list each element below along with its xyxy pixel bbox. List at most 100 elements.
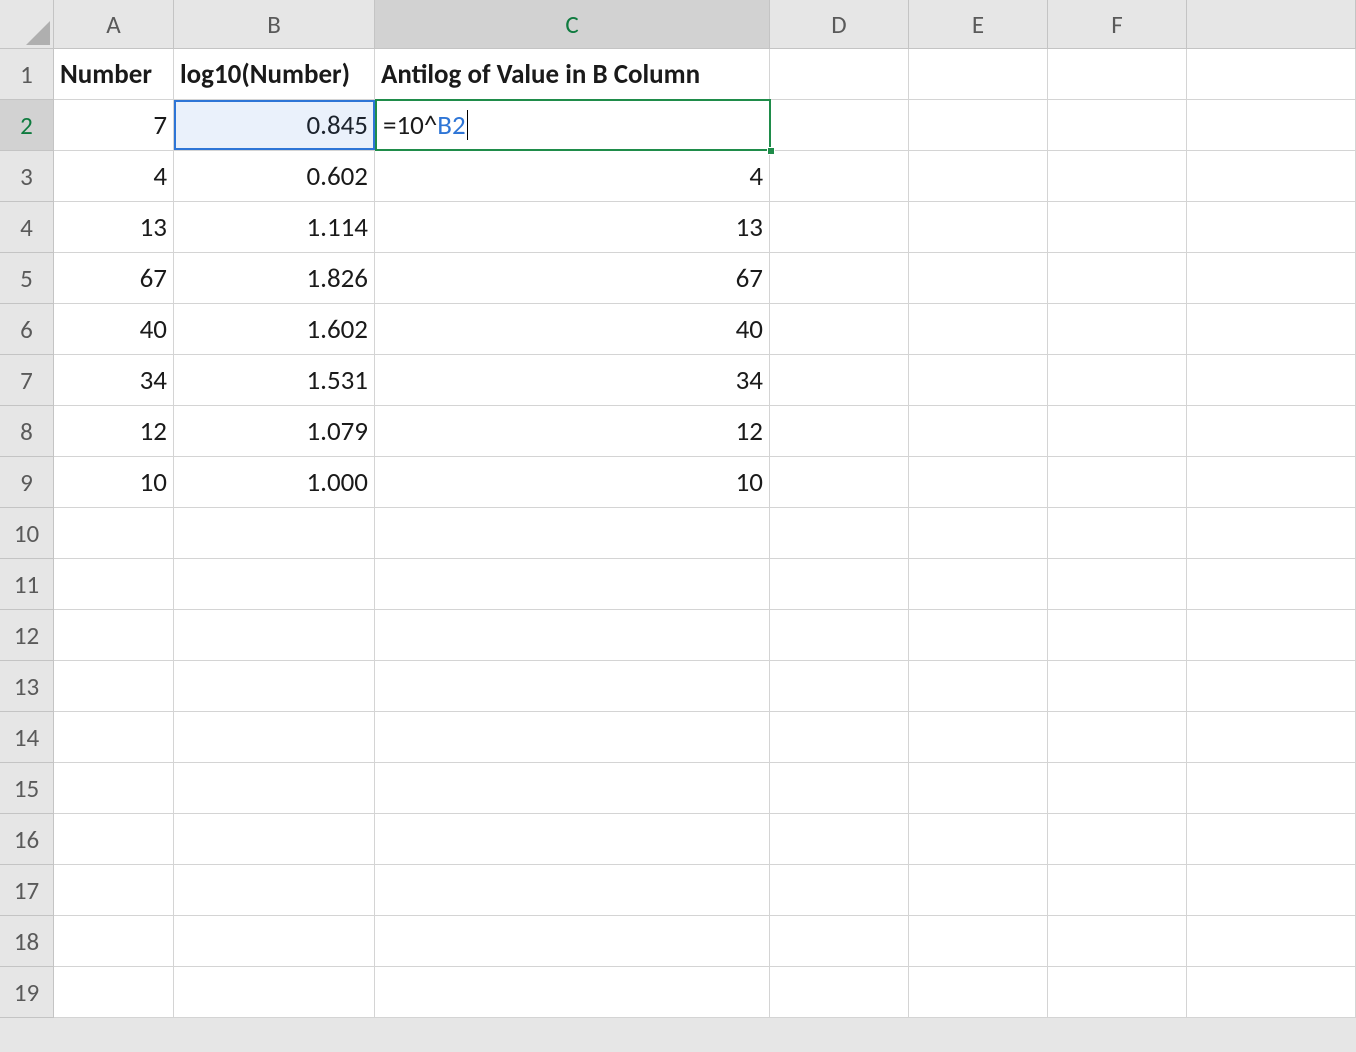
cell-A8[interactable]: 12 (54, 406, 174, 457)
cell-A13[interactable] (54, 661, 174, 712)
cell-E16[interactable] (909, 814, 1048, 865)
cell-G8[interactable] (1187, 406, 1356, 457)
cell-G16[interactable] (1187, 814, 1356, 865)
cell-G19[interactable] (1187, 967, 1356, 1018)
cell-G11[interactable] (1187, 559, 1356, 610)
cell-G6[interactable] (1187, 304, 1356, 355)
row-header-2[interactable]: 2 (0, 100, 54, 151)
row-header-11[interactable]: 11 (0, 559, 54, 610)
cell-F4[interactable] (1048, 202, 1187, 253)
cell-E6[interactable] (909, 304, 1048, 355)
cell-D10[interactable] (770, 508, 909, 559)
cell-F7[interactable] (1048, 355, 1187, 406)
cell-A6[interactable]: 40 (54, 304, 174, 355)
row-header-6[interactable]: 6 (0, 304, 54, 355)
cell-B8[interactable]: 1.079 (174, 406, 375, 457)
row-header-12[interactable]: 12 (0, 610, 54, 661)
cell-F18[interactable] (1048, 916, 1187, 967)
cell-C17[interactable] (375, 865, 770, 916)
cell-E11[interactable] (909, 559, 1048, 610)
cell-C16[interactable] (375, 814, 770, 865)
col-header-C[interactable]: C (375, 0, 770, 49)
cell-E15[interactable] (909, 763, 1048, 814)
cell-A7[interactable]: 34 (54, 355, 174, 406)
cell-C18[interactable] (375, 916, 770, 967)
cell-editor[interactable]: =10^B2 (378, 101, 768, 149)
cell-D2[interactable] (770, 100, 909, 151)
cell-C9[interactable]: 10 (375, 457, 770, 508)
cell-G12[interactable] (1187, 610, 1356, 661)
cell-F11[interactable] (1048, 559, 1187, 610)
cell-G5[interactable] (1187, 253, 1356, 304)
cell-B18[interactable] (174, 916, 375, 967)
cell-E7[interactable] (909, 355, 1048, 406)
cell-E3[interactable] (909, 151, 1048, 202)
cell-B11[interactable] (174, 559, 375, 610)
cell-F5[interactable] (1048, 253, 1187, 304)
cell-F3[interactable] (1048, 151, 1187, 202)
cell-D12[interactable] (770, 610, 909, 661)
cell-B2[interactable]: 0.845 (174, 100, 375, 151)
row-header-5[interactable]: 5 (0, 253, 54, 304)
cell-F1[interactable] (1048, 49, 1187, 100)
cell-B16[interactable] (174, 814, 375, 865)
cell-G15[interactable] (1187, 763, 1356, 814)
cell-G18[interactable] (1187, 916, 1356, 967)
active-cell-fill-handle[interactable] (767, 147, 775, 155)
cell-B1[interactable]: log10(Number) (174, 49, 375, 100)
row-header-19[interactable]: 19 (0, 967, 54, 1018)
cell-E17[interactable] (909, 865, 1048, 916)
row-header-1[interactable]: 1 (0, 49, 54, 100)
cell-E4[interactable] (909, 202, 1048, 253)
cell-C19[interactable] (375, 967, 770, 1018)
cell-F16[interactable] (1048, 814, 1187, 865)
col-header-overflow[interactable] (1187, 0, 1356, 49)
cell-A16[interactable] (54, 814, 174, 865)
cell-B7[interactable]: 1.531 (174, 355, 375, 406)
cell-F8[interactable] (1048, 406, 1187, 457)
cell-F17[interactable] (1048, 865, 1187, 916)
cell-E10[interactable] (909, 508, 1048, 559)
cell-A1[interactable]: Number (54, 49, 174, 100)
cell-G17[interactable] (1187, 865, 1356, 916)
cell-A3[interactable]: 4 (54, 151, 174, 202)
cell-F12[interactable] (1048, 610, 1187, 661)
cell-E2[interactable] (909, 100, 1048, 151)
cell-B13[interactable] (174, 661, 375, 712)
cell-D19[interactable] (770, 967, 909, 1018)
cell-C10[interactable] (375, 508, 770, 559)
cell-A5[interactable]: 67 (54, 253, 174, 304)
cell-G10[interactable] (1187, 508, 1356, 559)
cell-B17[interactable] (174, 865, 375, 916)
cell-C3[interactable]: 4 (375, 151, 770, 202)
cell-G14[interactable] (1187, 712, 1356, 763)
cell-F13[interactable] (1048, 661, 1187, 712)
cell-E14[interactable] (909, 712, 1048, 763)
cell-C5[interactable]: 67 (375, 253, 770, 304)
row-header-3[interactable]: 3 (0, 151, 54, 202)
cell-G4[interactable] (1187, 202, 1356, 253)
row-header-17[interactable]: 17 (0, 865, 54, 916)
col-header-E[interactable]: E (909, 0, 1048, 49)
cell-D18[interactable] (770, 916, 909, 967)
cell-D16[interactable] (770, 814, 909, 865)
cell-D6[interactable] (770, 304, 909, 355)
cell-D15[interactable] (770, 763, 909, 814)
select-all-corner[interactable] (0, 0, 54, 49)
cell-B19[interactable] (174, 967, 375, 1018)
cell-F9[interactable] (1048, 457, 1187, 508)
cell-D17[interactable] (770, 865, 909, 916)
cell-D4[interactable] (770, 202, 909, 253)
cell-C4[interactable]: 13 (375, 202, 770, 253)
cell-F19[interactable] (1048, 967, 1187, 1018)
cell-D9[interactable] (770, 457, 909, 508)
cell-D7[interactable] (770, 355, 909, 406)
cell-D13[interactable] (770, 661, 909, 712)
cell-F2[interactable] (1048, 100, 1187, 151)
cell-A11[interactable] (54, 559, 174, 610)
cell-G2[interactable] (1187, 100, 1356, 151)
cell-E9[interactable] (909, 457, 1048, 508)
row-header-18[interactable]: 18 (0, 916, 54, 967)
cell-G13[interactable] (1187, 661, 1356, 712)
cell-C7[interactable]: 34 (375, 355, 770, 406)
